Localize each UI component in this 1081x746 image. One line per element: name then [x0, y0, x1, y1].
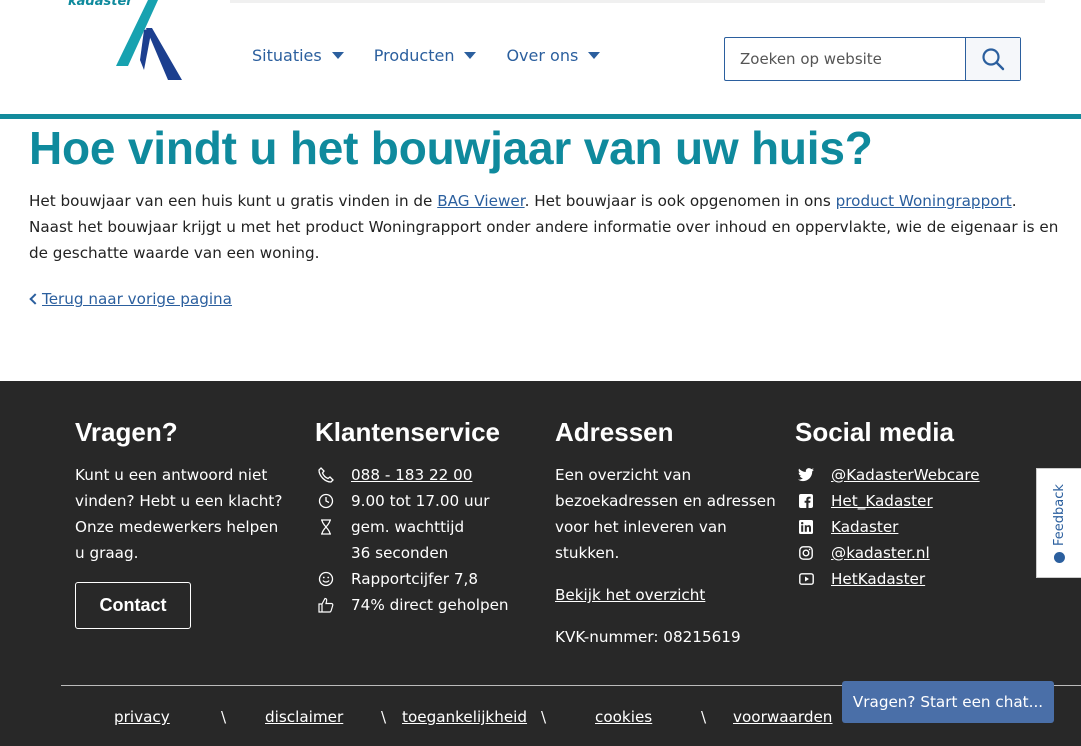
voorwaarden-item: voorwaarden	[733, 708, 832, 726]
search-icon	[982, 48, 1005, 71]
wait-text: gem. wachttijd 36 seconden	[351, 514, 464, 566]
back-link-wrapper: Terug naar vorige pagina	[29, 290, 1059, 308]
disclaimer-item: disclaimer	[265, 708, 343, 726]
wait-line-2: 36 seconden	[351, 544, 449, 562]
vragen-text: Kunt u een antwoord niet vinden? Hebt u …	[75, 466, 283, 562]
overzicht-link[interactable]: Bekijk het overzicht	[555, 586, 705, 604]
linkedin-link[interactable]: Kadaster	[831, 514, 898, 540]
wait-row: gem. wachttijd 36 seconden	[315, 514, 545, 566]
back-link[interactable]: Terug naar vorige pagina	[42, 290, 232, 308]
chat-button[interactable]: Vragen? Start een chat...	[842, 681, 1054, 723]
separator: \	[221, 708, 227, 726]
social-youtube: HetKadaster	[795, 566, 1025, 592]
caret-down-icon	[331, 52, 344, 59]
search-box	[724, 37, 1021, 81]
feedback-label-wrapper: Feedback	[1052, 484, 1067, 563]
bag-viewer-link[interactable]: BAG Viewer	[437, 192, 524, 210]
phone-row: 088 - 183 22 00	[315, 462, 545, 488]
kadaster-logo[interactable]: kadaster	[60, 0, 190, 82]
nav-over-ons[interactable]: Over ons	[506, 46, 601, 65]
smiley-icon	[315, 566, 337, 592]
footer-col-social: Social media @KadasterWebcare Het_Kadast…	[795, 417, 1025, 592]
social-linkedin: Kadaster	[795, 514, 1025, 540]
linkedin-icon	[795, 514, 817, 540]
toegankelijkheid-item: toegankelijkheid	[402, 708, 527, 726]
instagram-icon	[795, 540, 817, 566]
clock-icon	[315, 488, 337, 514]
helped-row: 74% direct geholpen	[315, 592, 545, 618]
nav-situaties[interactable]: Situaties	[252, 46, 344, 65]
privacy-item: privacy	[114, 708, 170, 726]
disclaimer-link[interactable]: disclaimer	[265, 708, 343, 726]
footer-heading-klantenservice: Klantenservice	[315, 417, 500, 447]
nav-producten[interactable]: Producten	[374, 46, 477, 65]
helped-text: 74% direct geholpen	[351, 596, 509, 614]
logo-mark-icon	[116, 0, 182, 80]
nav-label: Over ons	[506, 46, 579, 65]
voorwaarden-link[interactable]: voorwaarden	[733, 708, 832, 726]
cookies-item: cookies	[595, 708, 652, 726]
footer-heading-vragen: Vragen?	[75, 417, 178, 447]
contact-button[interactable]: Contact	[75, 582, 191, 629]
footer-col-klantenservice: Klantenservice 088 - 183 22 00 9.00 tot …	[315, 417, 545, 618]
main-content: Hoe vindt u het bouwjaar van uw huis? He…	[29, 122, 1059, 308]
main-nav: Situaties Producten Over ons	[252, 46, 630, 65]
twitter-icon	[795, 462, 817, 488]
feedback-tab[interactable]: Feedback	[1036, 468, 1081, 578]
header-top-line	[230, 0, 1045, 3]
search-input[interactable]	[725, 38, 965, 80]
intro-text-1: Het bouwjaar van een huis kunt u gratis …	[29, 192, 438, 210]
wait-line-1: gem. wachttijd	[351, 518, 465, 536]
separator: \	[541, 708, 547, 726]
hours-row: 9.00 tot 17.00 uur	[315, 488, 545, 514]
separator: \	[701, 708, 707, 726]
twitter-link[interactable]: @KadasterWebcare	[831, 462, 980, 488]
search-button[interactable]	[965, 38, 1020, 80]
nav-label: Situaties	[252, 46, 322, 65]
header-divider	[0, 114, 1081, 119]
page-title: Hoe vindt u het bouwjaar van uw huis?	[29, 122, 873, 174]
intro-text-2: . Het bouwjaar is ook opgenomen in ons	[524, 192, 836, 210]
youtube-link[interactable]: HetKadaster	[831, 566, 925, 592]
footer-heading-adressen: Adressen	[555, 417, 674, 447]
footer-col-vragen: Vragen? Kunt u een antwoord niet vinden?…	[75, 417, 285, 629]
social-facebook: Het_Kadaster	[795, 488, 1025, 514]
rating-text: Rapportcijfer 7,8	[351, 570, 479, 588]
thumbs-up-icon	[315, 592, 337, 618]
caret-down-icon	[464, 52, 477, 59]
logo-text: kadaster	[68, 0, 133, 9]
social-twitter: @KadasterWebcare	[795, 462, 1025, 488]
footer-col-adressen: Adressen Een overzicht van bezoekadresse…	[555, 417, 780, 650]
adressen-link-wrapper: Bekijk het overzicht	[555, 582, 780, 608]
chevron-left-icon	[29, 293, 41, 305]
adressen-text: Een overzicht van bezoekadressen en adre…	[555, 466, 776, 562]
phone-link[interactable]: 088 - 183 22 00	[351, 462, 472, 488]
youtube-icon	[795, 566, 817, 592]
facebook-icon	[795, 488, 817, 514]
cookies-link[interactable]: cookies	[595, 708, 652, 726]
toegankelijkheid-link[interactable]: toegankelijkheid	[402, 708, 527, 726]
woningrapport-link[interactable]: product Woningrapport	[836, 192, 1012, 210]
site-header: kadaster Situaties Producten Over ons	[0, 0, 1081, 114]
facebook-link[interactable]: Het_Kadaster	[831, 488, 933, 514]
phone-icon	[315, 462, 337, 488]
hours-text: 9.00 tot 17.00 uur	[351, 492, 490, 510]
social-instagram: @kadaster.nl	[795, 540, 1025, 566]
nav-label: Producten	[373, 46, 455, 65]
intro-paragraph: Het bouwjaar van een huis kunt u gratis …	[29, 188, 1059, 266]
separator: \	[381, 708, 387, 726]
kvk-number: KVK-nummer: 08215619	[555, 628, 741, 646]
privacy-link[interactable]: privacy	[114, 708, 170, 726]
feedback-label: Feedback	[1051, 483, 1067, 546]
caret-down-icon	[588, 52, 601, 59]
hourglass-icon	[315, 514, 337, 540]
footer-heading-social: Social media	[795, 417, 954, 447]
instagram-link[interactable]: @kadaster.nl	[831, 540, 930, 566]
rating-row: Rapportcijfer 7,8	[315, 566, 545, 592]
feedback-bubble-icon	[1053, 551, 1065, 563]
